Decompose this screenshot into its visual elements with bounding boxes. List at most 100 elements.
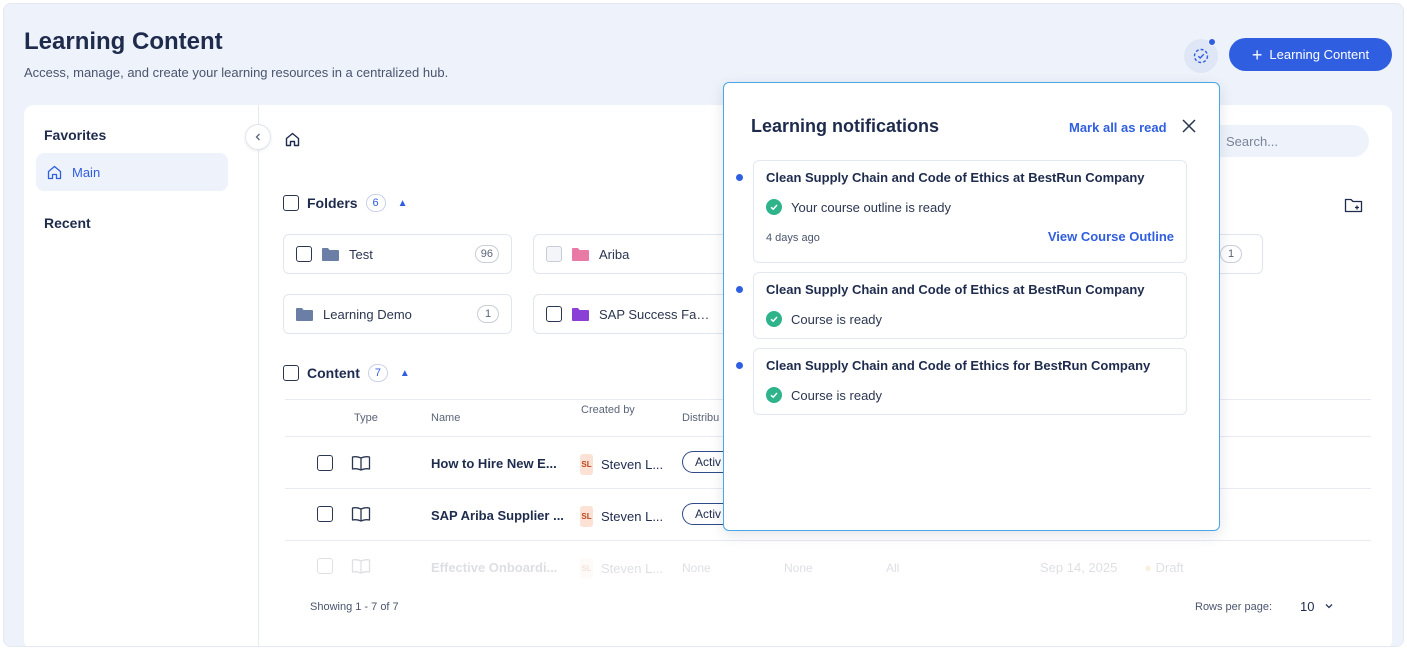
notification-status-text: Course is ready	[791, 311, 883, 327]
notification-title: Clean Supply Chain and Code of Ethics at…	[766, 170, 1145, 185]
column-header-distribution[interactable]: Distribu	[682, 410, 722, 427]
unread-dot	[736, 362, 743, 369]
avatar: SL	[580, 506, 593, 527]
notification-time: 4 days ago	[766, 232, 820, 244]
folder-card[interactable]: 1	[1218, 234, 1263, 274]
search-input[interactable]: Search...	[1204, 125, 1369, 157]
column-header-type[interactable]: Type	[354, 410, 378, 427]
date-value: Sep 14, 2025	[1040, 560, 1118, 575]
notification-status: Your course outline is ready	[766, 199, 951, 215]
folders-label: Folders	[307, 195, 358, 211]
folder-card[interactable]: Ariba	[533, 234, 723, 274]
chevron-up-icon[interactable]: ▲	[398, 198, 408, 209]
book-icon	[351, 456, 371, 471]
folder-card[interactable]: Test 96	[283, 234, 512, 274]
content-name[interactable]: How to Hire New E...	[431, 456, 557, 471]
sync-icon	[1193, 48, 1209, 64]
notifications-panel: Learning notifications Mark all as read …	[723, 82, 1220, 531]
content-label: Content	[307, 365, 360, 381]
pagination-summary: Showing 1 - 7 of 7	[310, 601, 399, 613]
folders-section-header[interactable]: Folders 6 ▲	[283, 194, 407, 212]
creator-name: Steven L...	[601, 457, 664, 472]
chevron-left-icon	[255, 133, 260, 141]
home-icon	[47, 165, 62, 179]
book-icon	[351, 507, 371, 522]
view-course-outline-link[interactable]: View Course Outline	[1048, 229, 1174, 244]
notification-status: Course is ready	[766, 311, 882, 327]
cell-value: All	[886, 561, 900, 575]
collapse-sidebar-button[interactable]	[245, 124, 271, 150]
content-section-header[interactable]: Content 7 ▲	[283, 364, 410, 382]
check-circle-icon	[766, 199, 782, 215]
chevron-up-icon[interactable]: ▲	[400, 368, 410, 379]
folder-checkbox[interactable]	[546, 306, 562, 322]
status-badge: Activ	[682, 451, 723, 473]
sidebar: Favorites Main Recent	[24, 105, 259, 646]
content-name[interactable]: SAP Ariba Supplier ...	[431, 508, 564, 523]
row-checkbox[interactable]	[317, 455, 333, 471]
mark-all-read-link[interactable]: Mark all as read	[1069, 120, 1167, 135]
app-window: Learning Content Access, manage, and cre…	[3, 3, 1404, 647]
notification-title: Clean Supply Chain and Code of Ethics at…	[766, 282, 1145, 297]
sidebar-item-main[interactable]: Main	[36, 153, 228, 191]
row-checkbox[interactable]	[317, 506, 333, 522]
column-header-name[interactable]: Name	[431, 410, 460, 427]
check-circle-icon	[766, 387, 782, 403]
avatar: SL	[580, 454, 593, 475]
creator-name: Steven L...	[601, 561, 664, 576]
folder-count: 96	[474, 245, 499, 263]
row-checkbox[interactable]	[317, 558, 333, 574]
notification-status-text: Course is ready	[791, 387, 883, 403]
folder-icon	[296, 307, 313, 321]
favorites-heading: Favorites	[44, 127, 107, 143]
column-header-created-by[interactable]: Created by	[581, 402, 641, 419]
select-all-folders-checkbox[interactable]	[283, 195, 299, 211]
content-count-badge: 7	[367, 364, 388, 382]
folder-checkbox[interactable]	[296, 246, 312, 262]
folder-card[interactable]: SAP Success Fact...	[533, 294, 723, 334]
notification-status: Course is ready	[766, 387, 882, 403]
notification-item[interactable]: Clean Supply Chain and Code of Ethics at…	[736, 160, 1187, 263]
notification-item[interactable]: Clean Supply Chain and Code of Ethics fo…	[736, 348, 1187, 415]
book-icon	[351, 559, 371, 574]
rows-per-page-select[interactable]: 10	[1300, 599, 1314, 614]
unread-dot	[736, 174, 743, 181]
notification-item[interactable]: Clean Supply Chain and Code of Ethics at…	[736, 272, 1187, 339]
creator-name: Steven L...	[601, 509, 664, 524]
folder-icon	[572, 247, 589, 261]
folder-name: Test	[349, 246, 373, 262]
status-badge: Activ	[682, 503, 723, 525]
page-title: Learning Content	[24, 28, 223, 55]
create-button-label: Learning Content	[1269, 47, 1370, 62]
folder-name: Learning Demo	[323, 306, 412, 322]
folder-count: 1	[1220, 245, 1242, 263]
select-all-content-checkbox[interactable]	[283, 365, 299, 381]
page-subtitle: Access, manage, and create your learning…	[24, 65, 449, 80]
divider	[285, 540, 1371, 541]
new-folder-icon[interactable]	[1344, 197, 1364, 214]
folders-count-badge: 6	[365, 194, 386, 212]
cell-value: None	[784, 561, 813, 575]
folder-name: SAP Success Fact...	[599, 306, 711, 322]
content-name[interactable]: Effective Onboardi...	[431, 560, 557, 575]
folder-icon	[322, 247, 339, 261]
chevron-down-icon[interactable]	[1324, 601, 1334, 611]
status-draft: ● Draft	[1144, 560, 1184, 575]
check-circle-icon	[766, 311, 782, 327]
close-icon[interactable]	[1180, 117, 1198, 135]
create-learning-content-button[interactable]: + Learning Content	[1229, 38, 1392, 71]
notification-title: Clean Supply Chain and Code of Ethics fo…	[766, 358, 1151, 373]
folder-icon	[572, 307, 589, 321]
cell-value: None	[682, 561, 711, 575]
notification-status-text: Your course outline is ready	[791, 199, 951, 215]
folder-name: Ariba	[599, 246, 630, 262]
recent-heading: Recent	[44, 215, 91, 231]
status-draft-label: Draft	[1155, 560, 1184, 575]
rows-per-page-label: Rows per page:	[1195, 601, 1273, 613]
plus-icon: +	[1251, 44, 1263, 65]
avatar: SL	[580, 558, 593, 579]
breadcrumb-home-icon[interactable]	[284, 131, 301, 148]
folder-card[interactable]: Learning Demo 1	[283, 294, 512, 334]
sidebar-item-label: Main	[72, 164, 101, 180]
folder-checkbox[interactable]	[546, 246, 562, 262]
